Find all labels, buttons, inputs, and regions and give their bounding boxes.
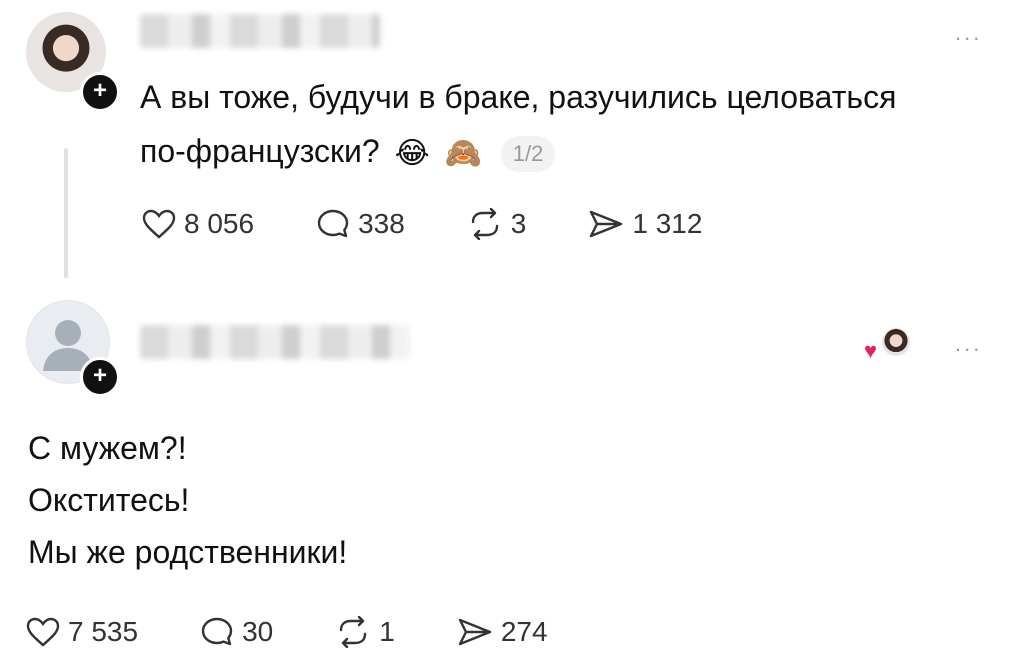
reply-actions: 7 535 30 1 274	[26, 616, 610, 648]
post-actions: 8 056 338 3 1 312	[142, 208, 764, 240]
repost-icon	[471, 208, 498, 240]
comment-bubble-icon	[317, 209, 349, 238]
post-text-line1: А вы тоже, будучи в браке, разучились це…	[140, 79, 897, 115]
post-text: А вы тоже, будучи в браке, разучились це…	[140, 70, 1000, 181]
comment-button[interactable]: 338	[316, 208, 405, 240]
like-count: 8 056	[184, 208, 255, 239]
repost-button[interactable]: 3	[467, 208, 527, 240]
reply-more-button[interactable]: ...	[955, 331, 982, 357]
share-button[interactable]: 1 312	[588, 208, 702, 240]
reply-line: С мужем?!	[28, 430, 187, 466]
like-button[interactable]: 8 056	[142, 208, 254, 240]
comment-button[interactable]: 30	[200, 616, 273, 648]
share-count: 274	[500, 616, 548, 647]
like-button[interactable]: 7 535	[26, 616, 138, 648]
liked-by-author-avatar	[882, 328, 910, 356]
comment-bubble-icon	[201, 617, 233, 646]
reply-line: Мы же родственники!	[28, 534, 348, 570]
share-button[interactable]: 274	[457, 616, 548, 648]
repost-icon	[340, 616, 367, 648]
repost-count: 1	[379, 616, 395, 647]
image-page-badge[interactable]: 1/2	[500, 135, 556, 172]
laughing-emoji-icon: 😂	[394, 136, 430, 170]
heart-icon	[26, 617, 60, 647]
post-text-line2: по-французски?	[140, 133, 380, 169]
follow-plus-icon[interactable]: +	[80, 357, 120, 397]
share-count: 1 312	[632, 208, 703, 239]
reply-line: Окститесь!	[28, 482, 190, 518]
repost-button[interactable]: 1	[335, 616, 395, 648]
heart-icon	[142, 209, 176, 239]
liked-by-author-heart-icon: ♥	[864, 338, 878, 363]
comment-count: 30	[242, 616, 274, 647]
post-more-button[interactable]: ...	[955, 20, 982, 46]
see-no-evil-emoji-icon: 🙈	[444, 136, 482, 170]
author-username-blurred[interactable]	[140, 14, 380, 48]
send-icon	[458, 618, 492, 646]
thread-line	[64, 148, 68, 278]
reply-text: С мужем?! Окститесь! Мы же родственники!	[28, 422, 347, 578]
repost-count: 3	[510, 208, 527, 239]
follow-plus-icon[interactable]: +	[80, 72, 120, 112]
comment-count: 338	[358, 208, 405, 239]
replier-username-blurred[interactable]	[140, 325, 410, 359]
send-icon	[590, 210, 623, 238]
like-count: 7 535	[68, 616, 139, 647]
